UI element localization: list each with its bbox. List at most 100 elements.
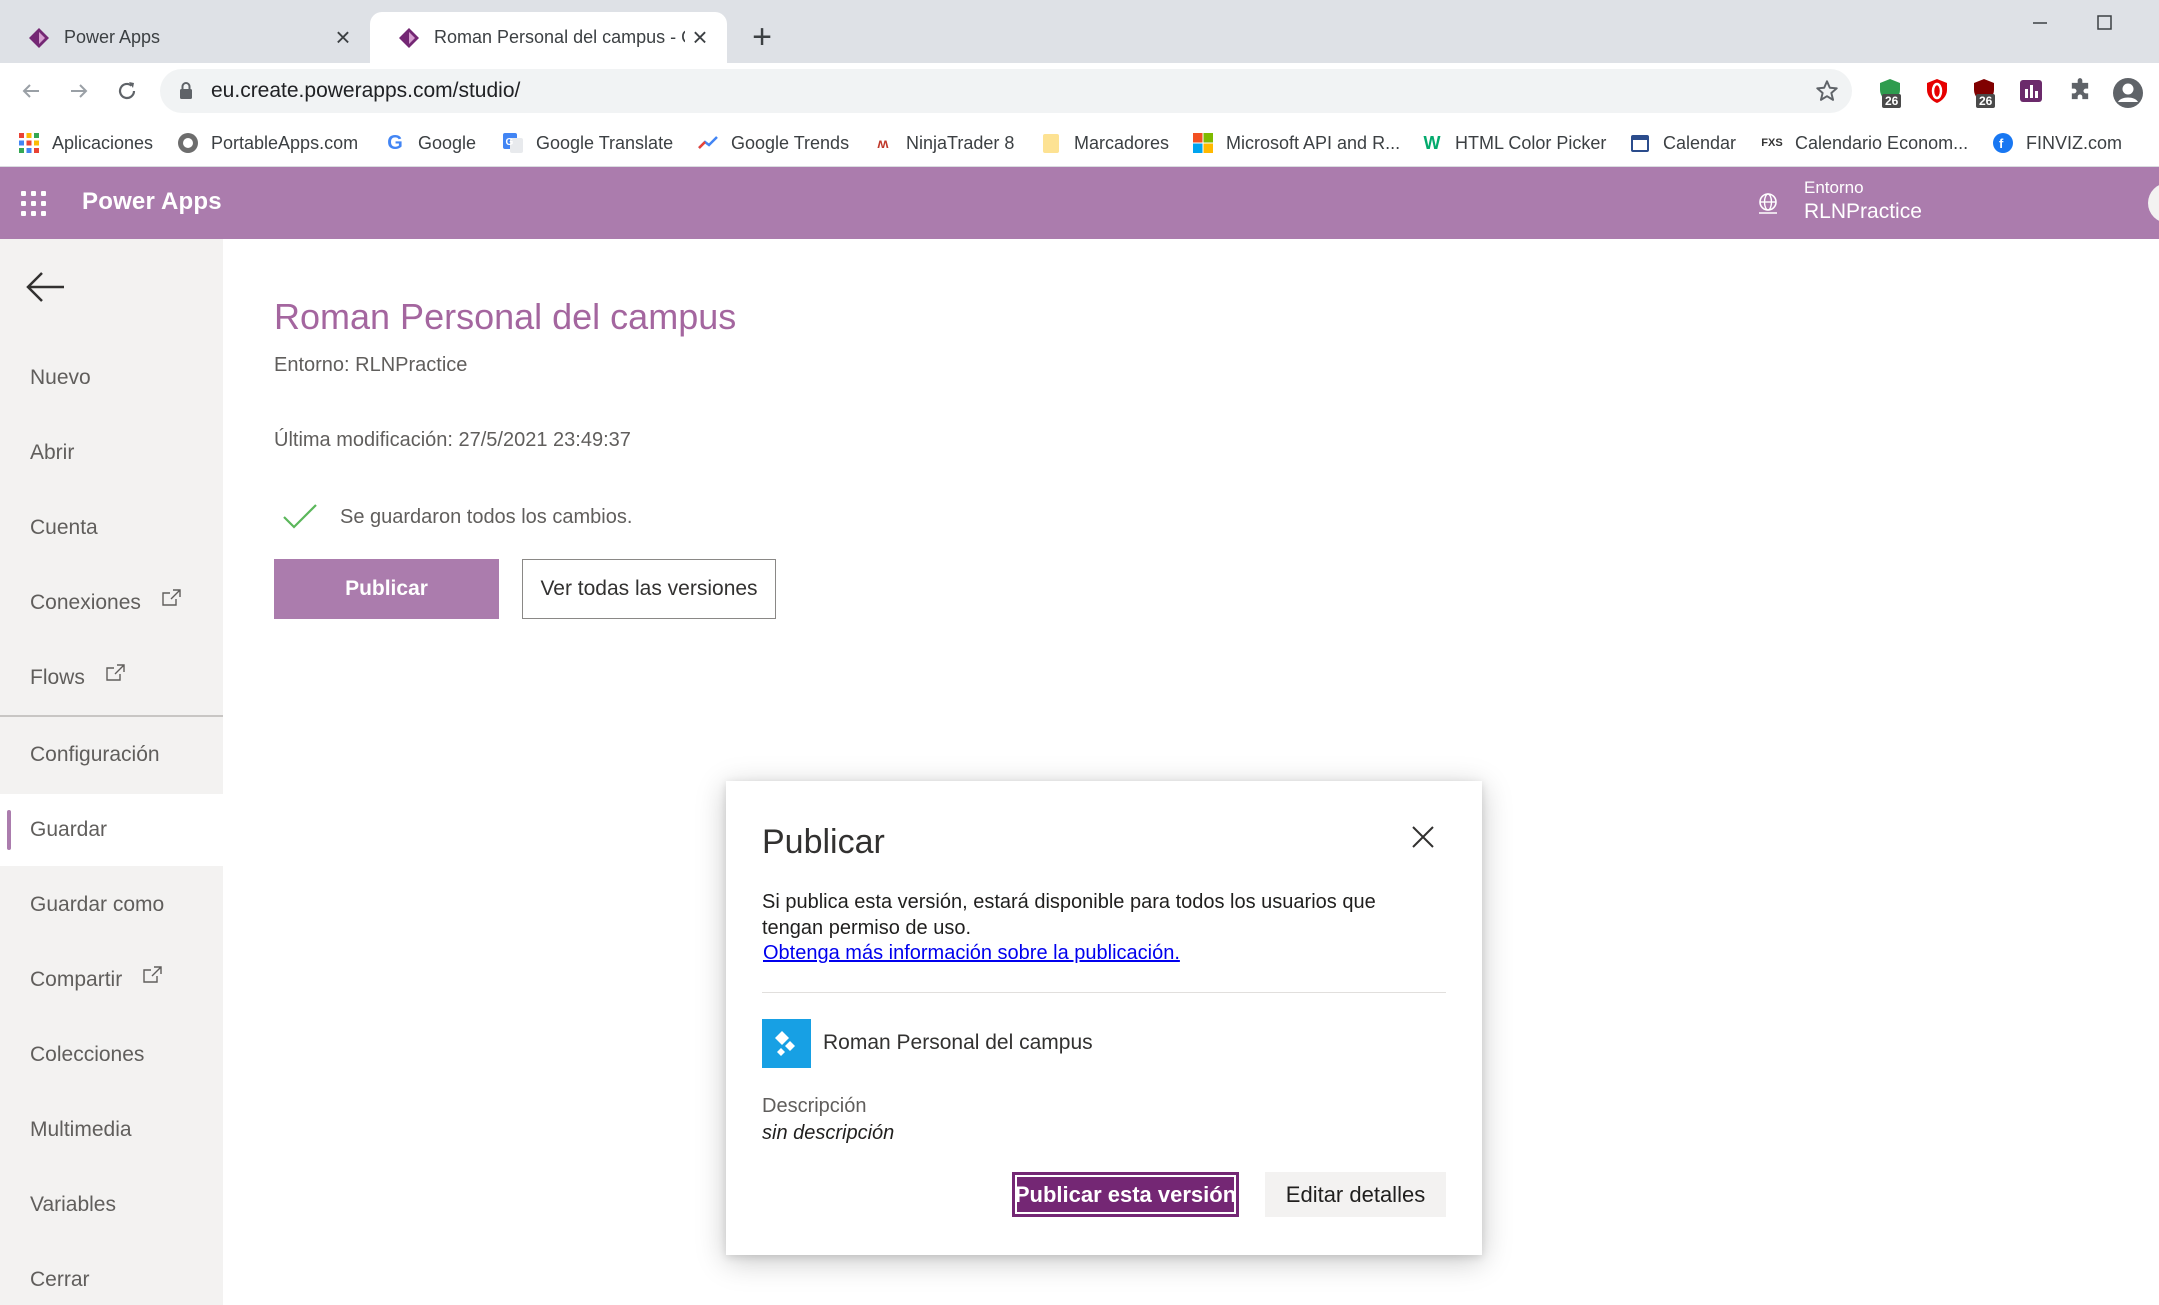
dialog-title: Publicar (762, 823, 885, 861)
sidebar-item-abrir[interactable]: Abrir (0, 417, 223, 489)
sidebar-item-label: Cerrar (30, 1268, 90, 1291)
sidebar-item-guardar[interactable]: Guardar (0, 794, 223, 866)
google-trends-icon (697, 132, 719, 154)
bookmark-label: PortableApps.com (211, 132, 359, 153)
external-link-icon (162, 589, 181, 606)
google-icon: G (387, 131, 403, 154)
browser-tab-power-apps[interactable]: Power Apps × (0, 12, 370, 63)
lock-icon (180, 82, 192, 99)
sidebar-item-compartir[interactable]: Compartir (0, 944, 223, 1016)
sidebar-item-label: Configuración (30, 743, 160, 766)
sidebar-item-cerrar[interactable]: Cerrar (0, 1244, 223, 1305)
sidebar-item-guardar-como[interactable]: Guardar como (0, 869, 223, 941)
portableapps-icon (177, 132, 199, 154)
finviz-icon: f (1992, 132, 2014, 154)
bookmark-label: HTML Color Picker (1455, 132, 1607, 153)
file-menu-sidebar: Nuevo Abrir Cuenta Conexiones Flows Conf… (0, 239, 223, 1305)
sidebar-item-conexiones[interactable]: Conexiones (0, 567, 223, 639)
bookmark-aplicaciones[interactable]: Aplicaciones (18, 129, 153, 157)
power-apps-favicon-icon (29, 27, 49, 48)
sidebar-item-cuenta[interactable]: Cuenta (0, 492, 223, 564)
back-icon[interactable] (13, 73, 49, 109)
svg-text:G: G (506, 137, 514, 148)
forward-icon[interactable] (61, 73, 97, 109)
view-versions-button[interactable]: Ver todas las versiones (522, 559, 776, 619)
bookmark-finviz[interactable]: f FINVIZ.com (1992, 129, 2122, 157)
environment-label: Entorno (1804, 178, 1864, 197)
bookmark-label: Google Translate (536, 132, 674, 153)
environment-value[interactable]: RLNPractice (1804, 200, 1922, 224)
browser-tab-active[interactable]: Roman Personal del campus - Gu × (370, 12, 727, 63)
dialog-divider (762, 992, 1446, 993)
bookmark-portableapps[interactable]: PortableApps.com (177, 129, 358, 157)
bookmark-star-icon[interactable] (1814, 78, 1840, 104)
puzzle-extensions-icon[interactable] (2066, 77, 2094, 105)
chart-extension-icon[interactable] (2017, 77, 2045, 105)
microsoft-icon (1192, 132, 1214, 154)
ninjatrader-icon: ʍ (877, 135, 889, 151)
opera-extension-icon[interactable] (1923, 77, 1951, 105)
address-bar[interactable]: eu.create.powerapps.com/studio/ (160, 69, 1852, 113)
apps-grid-icon (18, 132, 40, 154)
publish-button[interactable]: Publicar (274, 559, 499, 619)
sidebar-item-configuracion[interactable]: Configuración (0, 719, 223, 791)
user-avatar[interactable] (2148, 183, 2159, 223)
bookmark-label: Calendario Econom... (1795, 132, 1969, 153)
bookmark-label: NinjaTrader 8 (906, 132, 1015, 153)
sidebar-item-label: Flows (30, 666, 85, 689)
app-tile-icon (762, 1019, 811, 1068)
sidebar-item-label: Multimedia (30, 1118, 132, 1141)
bookmark-calendario-economico[interactable]: FXS Calendario Econom... (1761, 129, 1968, 157)
dialog-app-name: Roman Personal del campus (823, 1031, 1093, 1054)
back-arrow-icon[interactable] (24, 267, 68, 307)
bookmark-ninjatrader[interactable]: ʍ NinjaTrader 8 (872, 129, 1015, 157)
w3schools-icon: W (1423, 132, 1441, 153)
bookmark-google-translate[interactable]: G Google Translate (502, 129, 673, 157)
publish-version-button[interactable]: Publicar esta versión (1012, 1172, 1239, 1217)
shield-extension-icon[interactable]: 26 (1876, 77, 1904, 108)
sidebar-item-label: Guardar como (30, 893, 165, 916)
ublock-extension-icon[interactable]: 26 (1970, 77, 1998, 108)
dialog-message: Si publica esta versión, estará disponib… (762, 891, 1376, 939)
bookmark-google-trends[interactable]: Google Trends (697, 129, 849, 157)
power-apps-header: Power Apps Entorno RLNPractice (0, 167, 2159, 239)
bookmark-microsoft[interactable]: Microsoft API and R... (1192, 129, 1400, 157)
sidebar-item-variables[interactable]: Variables (0, 1169, 223, 1241)
sidebar-item-nuevo[interactable]: Nuevo (0, 342, 223, 414)
folder-icon (1040, 132, 1062, 154)
tab-title: Roman Personal del campus - Gu (434, 27, 685, 47)
app-launcher-waffle-icon[interactable] (21, 191, 47, 217)
profile-avatar-icon[interactable] (2112, 77, 2143, 108)
edit-details-button[interactable]: Editar detalles (1265, 1172, 1446, 1217)
description-value: sin descripción (762, 1122, 895, 1144)
bookmark-label: Google Trends (731, 132, 850, 153)
tab-close-icon[interactable]: × (328, 22, 358, 53)
minimize-window-icon[interactable] (2019, 8, 2059, 38)
close-icon[interactable] (1409, 823, 1437, 851)
bookmark-calendar[interactable]: Calendar (1629, 129, 1736, 157)
bookmark-html-color-picker[interactable]: W HTML Color Picker (1421, 129, 1607, 157)
app-brand-title[interactable]: Power Apps (82, 188, 222, 216)
environment-globe-icon[interactable] (1755, 191, 1781, 217)
reload-icon[interactable] (109, 73, 145, 109)
url-text: eu.create.powerapps.com/studio/ (211, 79, 521, 102)
bookmark-google[interactable]: G Google (384, 129, 476, 157)
external-link-icon (106, 664, 125, 681)
sidebar-item-colecciones[interactable]: Colecciones (0, 1019, 223, 1091)
google-translate-icon: G (502, 132, 524, 154)
sidebar-divider (0, 715, 223, 717)
new-tab-button[interactable]: + (745, 20, 779, 54)
bookmarks-bar: Aplicaciones PortableApps.com G Google G… (0, 119, 2159, 167)
bookmark-marcadores[interactable]: Marcadores (1040, 129, 1169, 157)
sidebar-item-multimedia[interactable]: Multimedia (0, 1094, 223, 1166)
save-status: Se guardaron todos los cambios. (282, 503, 632, 531)
tab-close-icon[interactable]: × (685, 22, 715, 53)
sidebar-item-label: Conexiones (30, 591, 141, 614)
last-modified-text: Última modificación: 27/5/2021 23:49:37 (274, 429, 631, 451)
maximize-window-icon[interactable] (2084, 8, 2124, 38)
sidebar-item-flows[interactable]: Flows (0, 642, 223, 714)
extension-badge: 26 (1976, 94, 1996, 108)
learn-more-link[interactable]: Obtenga más información sobre la publica… (763, 942, 1180, 965)
bookmark-label: Aplicaciones (52, 132, 154, 153)
browser-toolbar: eu.create.powerapps.com/studio/ 26 26 (0, 63, 2159, 119)
